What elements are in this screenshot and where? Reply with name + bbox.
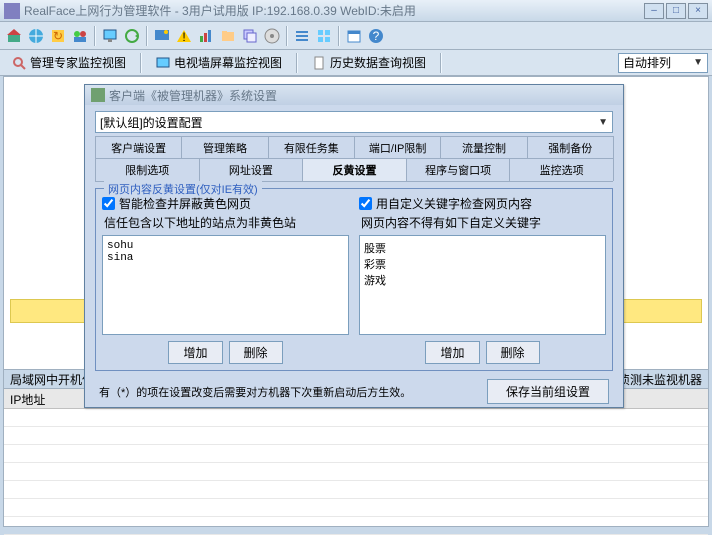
- anti-porn-fieldset: 网页内容反黄设置(仅对IE有效) 智能检查并屏蔽黄色网页 信任包含以下地址的站点…: [95, 188, 613, 371]
- folder-icon[interactable]: [218, 26, 238, 46]
- keyword-check-checkbox[interactable]: [359, 197, 372, 210]
- tab-label: 电视墙屏幕监控视图: [174, 54, 282, 71]
- keyword-check-row[interactable]: 用自定义关键字检查网页内容: [359, 195, 606, 212]
- delete-keyword-button[interactable]: 删除: [486, 341, 540, 364]
- tab-anti-porn[interactable]: 反黄设置: [302, 158, 407, 181]
- list-icon[interactable]: [292, 26, 312, 46]
- smart-check-label: 智能检查并屏蔽黄色网页: [119, 195, 251, 212]
- window-controls: – □ ×: [644, 3, 708, 19]
- globe-icon[interactable]: [26, 26, 46, 46]
- help-icon[interactable]: ?: [366, 26, 386, 46]
- add-trust-button[interactable]: 增加: [168, 341, 222, 364]
- tv-icon: [156, 56, 170, 70]
- copy-icon[interactable]: [240, 26, 260, 46]
- tab-monitor-options[interactable]: 监控选项: [509, 158, 614, 181]
- minimize-button[interactable]: –: [644, 3, 664, 19]
- tab-backup[interactable]: 强制备份: [527, 136, 614, 159]
- doc-icon: [312, 56, 326, 70]
- tab-label: 管理专家监控视图: [30, 54, 126, 71]
- tab-label: 历史数据查询视图: [330, 54, 426, 71]
- delete-trust-button[interactable]: 删除: [229, 341, 283, 364]
- monitor-icon[interactable]: [100, 26, 120, 46]
- chevron-down-icon: ▼: [693, 57, 703, 68]
- view-tabs: 管理专家监控视图 电视墙屏幕监控视图 历史数据查询视图 自动排列 ▼: [0, 50, 712, 76]
- grid-icon[interactable]: [314, 26, 334, 46]
- disc-icon[interactable]: [262, 26, 282, 46]
- home-icon[interactable]: [4, 26, 24, 46]
- tab-tv-wall[interactable]: 电视墙屏幕监控视图: [148, 51, 290, 74]
- dialog-title-text: 客户端《被管理机器》系统设置: [109, 87, 277, 104]
- svg-text:↻: ↻: [53, 29, 63, 43]
- app-icon: [4, 3, 20, 19]
- settings-dialog: 客户端《被管理机器》系统设置 [默认组]的设置配置 ▼ 客户端设置 管理策略 有…: [84, 84, 624, 408]
- refresh-icon[interactable]: ↻: [48, 26, 68, 46]
- footer-note: 有（*）的项在设置改变后需要对方机器下次重新启动后方生效。: [99, 384, 477, 400]
- main-titlebar: RealFace上网行为管理软件 - 3用户试用版 IP:192.168.0.3…: [0, 0, 712, 22]
- keyword-desc: 网页内容不得有如下自定义关键字: [359, 214, 606, 231]
- maximize-button[interactable]: □: [666, 3, 686, 19]
- close-button[interactable]: ×: [688, 3, 708, 19]
- calendar-icon[interactable]: [344, 26, 364, 46]
- svg-text:?: ?: [373, 29, 380, 43]
- tab-traffic[interactable]: 流量控制: [440, 136, 527, 159]
- warning-icon[interactable]: !: [174, 26, 194, 46]
- smart-check-row[interactable]: 智能检查并屏蔽黄色网页: [102, 195, 349, 212]
- right-panel: 用自定义关键字检查网页内容 网页内容不得有如下自定义关键字 股票 彩票 游戏 增…: [359, 195, 606, 364]
- tab-policy[interactable]: 管理策略: [181, 136, 268, 159]
- tab-restrictions[interactable]: 限制选项: [95, 158, 200, 181]
- chevron-down-icon: ▼: [598, 117, 608, 128]
- group-label: [默认组]的设置配置: [100, 114, 203, 131]
- save-group-button[interactable]: 保存当前组设置: [487, 379, 609, 404]
- tab-task-set[interactable]: 有限任务集: [268, 136, 355, 159]
- main-toolbar: ↻ ! ?: [0, 22, 712, 50]
- trust-sites-desc: 信任包含以下地址的站点为非黄色站: [102, 214, 349, 231]
- left-panel: 智能检查并屏蔽黄色网页 信任包含以下地址的站点为非黄色站 sohu sina 增…: [102, 195, 349, 364]
- grid-rows: [4, 409, 708, 526]
- titlebar-text: RealFace上网行为管理软件 - 3用户试用版 IP:192.168.0.3…: [24, 2, 644, 19]
- tab-expert-monitor[interactable]: 管理专家监控视图: [4, 51, 134, 74]
- chart-icon[interactable]: [196, 26, 216, 46]
- smart-check-checkbox[interactable]: [102, 197, 115, 210]
- tab-history[interactable]: 历史数据查询视图: [304, 51, 434, 74]
- keyword-list[interactable]: 股票 彩票 游戏: [359, 235, 606, 335]
- users-icon[interactable]: [70, 26, 90, 46]
- sort-dropdown[interactable]: 自动排列 ▼: [618, 53, 708, 73]
- fieldset-title: 网页内容反黄设置(仅对IE有效): [104, 181, 262, 197]
- group-dropdown[interactable]: [默认组]的设置配置 ▼: [95, 111, 613, 133]
- add-keyword-button[interactable]: 增加: [425, 341, 479, 364]
- sync-icon[interactable]: [122, 26, 142, 46]
- magnifier-icon: [12, 56, 26, 70]
- dialog-icon: [91, 88, 105, 102]
- tab-client-settings[interactable]: 客户端设置: [95, 136, 182, 159]
- svg-text:!: !: [182, 30, 185, 44]
- screen-icon[interactable]: [152, 26, 172, 46]
- tab-port-ip[interactable]: 端口/IP限制: [354, 136, 441, 159]
- dialog-footer: 有（*）的项在设置改变后需要对方机器下次重新启动后方生效。 保存当前组设置: [95, 379, 613, 404]
- dialog-titlebar[interactable]: 客户端《被管理机器》系统设置: [85, 85, 623, 105]
- tab-programs[interactable]: 程序与窗口项: [406, 158, 511, 181]
- sort-label: 自动排列: [623, 54, 671, 71]
- tab-url-settings[interactable]: 网址设置: [199, 158, 304, 181]
- keyword-check-label: 用自定义关键字检查网页内容: [376, 195, 532, 212]
- settings-tabs: 客户端设置 管理策略 有限任务集 端口/IP限制 流量控制 强制备份 限制选项 …: [95, 137, 613, 182]
- trust-sites-list[interactable]: sohu sina: [102, 235, 349, 335]
